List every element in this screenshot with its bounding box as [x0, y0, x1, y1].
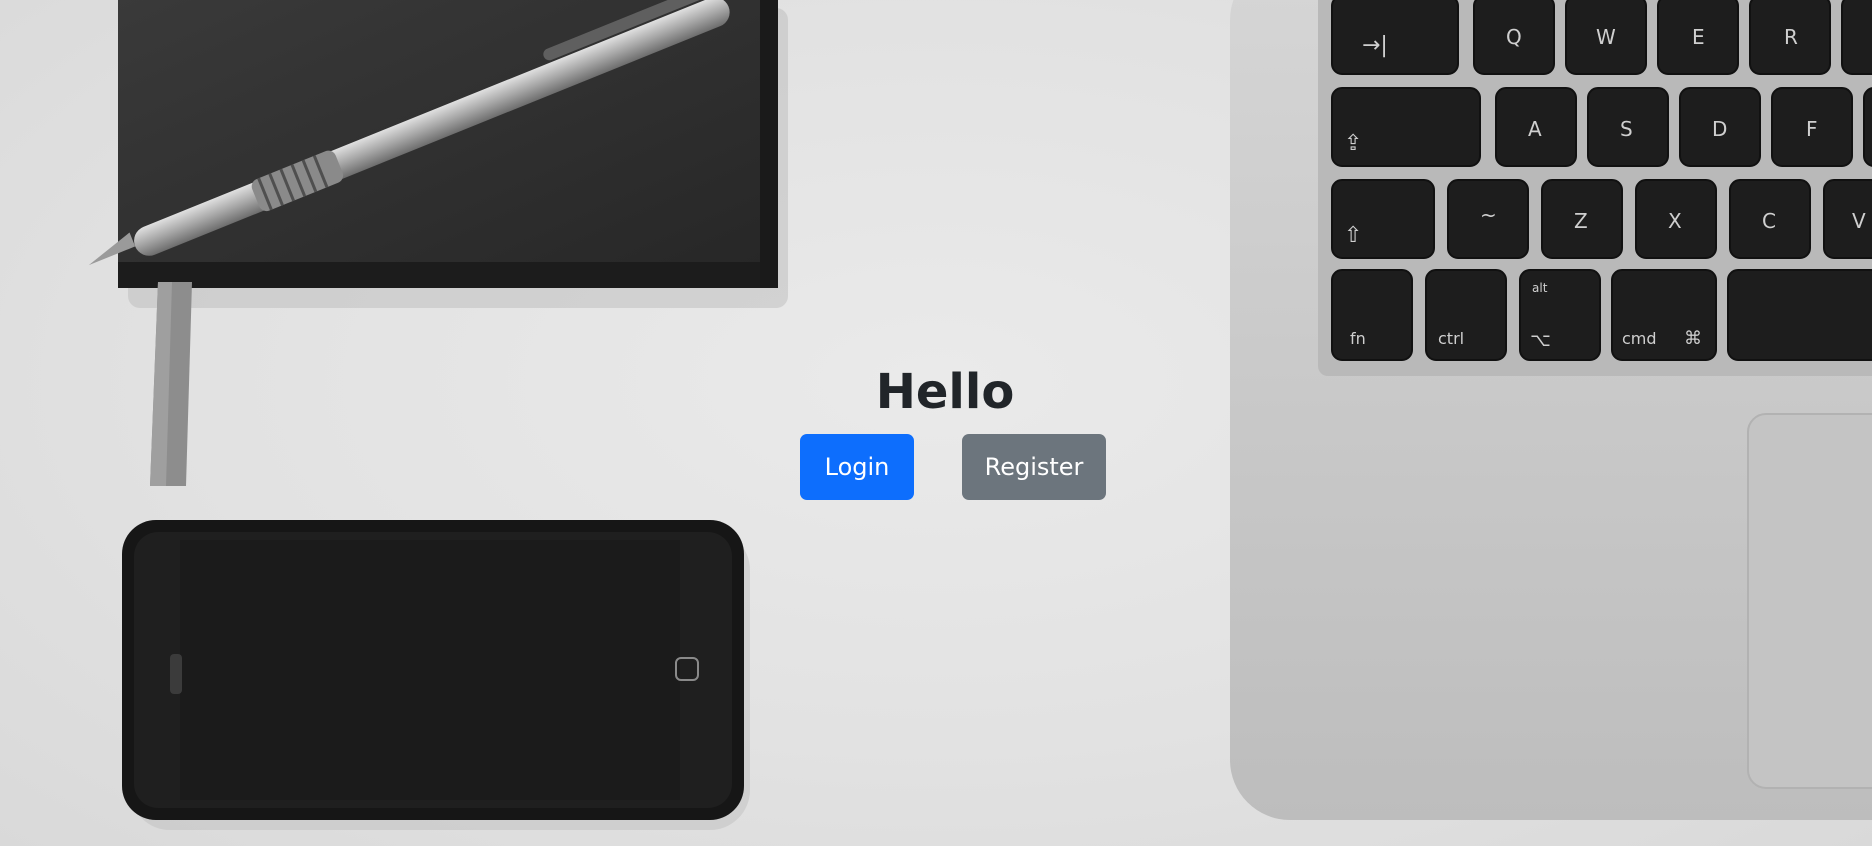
- hero-section: Hello Login Register: [0, 0, 1872, 846]
- page: →| Q W E R ⇪ A S D F ⇧ ~ Z X C V fn ctrl…: [0, 0, 1872, 846]
- register-button[interactable]: Register: [962, 434, 1106, 500]
- page-title: Hello: [875, 364, 1015, 420]
- login-button[interactable]: Login: [800, 434, 914, 500]
